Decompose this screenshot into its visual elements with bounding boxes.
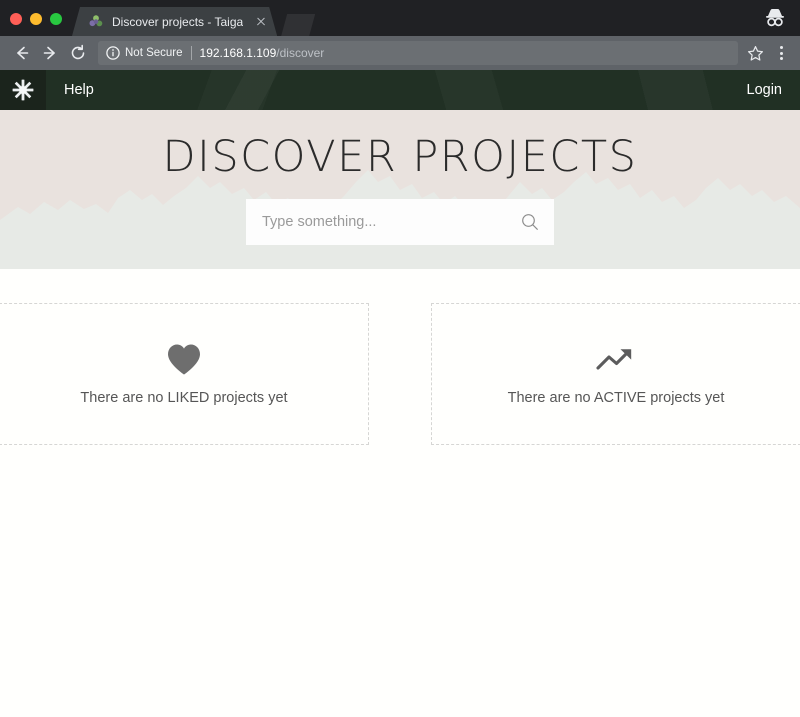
hero-banner: DISCOVER PROJECTS bbox=[0, 110, 800, 269]
search-input[interactable] bbox=[262, 214, 520, 230]
taiga-flower-favicon bbox=[88, 14, 104, 30]
back-arrow-icon[interactable] bbox=[8, 39, 36, 67]
close-window-button[interactable] bbox=[10, 13, 22, 25]
search-icon[interactable] bbox=[520, 212, 540, 232]
forward-arrow-icon[interactable] bbox=[36, 39, 64, 67]
url-path: /discover bbox=[276, 46, 325, 60]
browser-toolbar: Not Secure 192.168.1.109 /discover bbox=[0, 36, 800, 70]
window-controls bbox=[0, 13, 72, 36]
liked-projects-empty-text: There are no LIKED projects yet bbox=[80, 390, 288, 406]
tab-strip: Discover projects - Taiga bbox=[0, 0, 800, 36]
page-title: DISCOVER PROJECTS bbox=[162, 132, 638, 182]
nav-item-login[interactable]: Login bbox=[729, 70, 800, 110]
browser-window: Discover projects - Taiga Not Secure 192… bbox=[0, 0, 800, 717]
reload-icon[interactable] bbox=[64, 39, 92, 67]
search-box[interactable] bbox=[246, 199, 554, 245]
security-label: Not Secure bbox=[125, 47, 183, 59]
page-viewport: Help Login DISCOVER PROJECTS Type someth… bbox=[0, 70, 800, 717]
three-dot-menu-icon[interactable] bbox=[770, 41, 792, 65]
new-tab-stub[interactable] bbox=[281, 14, 315, 36]
nav-help-label: Help bbox=[64, 82, 94, 98]
url-host: 192.168.1.109 bbox=[199, 46, 277, 60]
tab-title: Discover projects - Taiga bbox=[112, 14, 244, 29]
taiga-flower-logo[interactable] bbox=[0, 70, 46, 110]
trending-up-icon bbox=[596, 342, 636, 376]
heart-icon bbox=[166, 342, 202, 376]
active-projects-empty-card: There are no ACTIVE projects yet bbox=[431, 303, 800, 445]
minimize-window-button[interactable] bbox=[30, 13, 42, 25]
active-projects-empty-text: There are no ACTIVE projects yet bbox=[507, 390, 725, 406]
address-bar[interactable]: Not Secure 192.168.1.109 /discover bbox=[98, 41, 738, 65]
nav-login-label: Login bbox=[746, 82, 782, 98]
close-icon[interactable] bbox=[253, 14, 269, 30]
maximize-window-button[interactable] bbox=[50, 13, 62, 25]
info-circle-icon bbox=[106, 46, 120, 60]
incognito-icon bbox=[762, 6, 788, 30]
app-navbar: Help Login bbox=[0, 70, 800, 110]
star-icon[interactable] bbox=[744, 42, 766, 64]
discover-empty-states: There are no LIKED projects yet There ar… bbox=[0, 269, 800, 445]
browser-tab[interactable]: Discover projects - Taiga bbox=[72, 7, 277, 36]
nav-item-help[interactable]: Help bbox=[46, 70, 112, 110]
liked-projects-empty-card: There are no LIKED projects yet bbox=[0, 303, 369, 445]
omnibox-separator bbox=[190, 46, 192, 60]
